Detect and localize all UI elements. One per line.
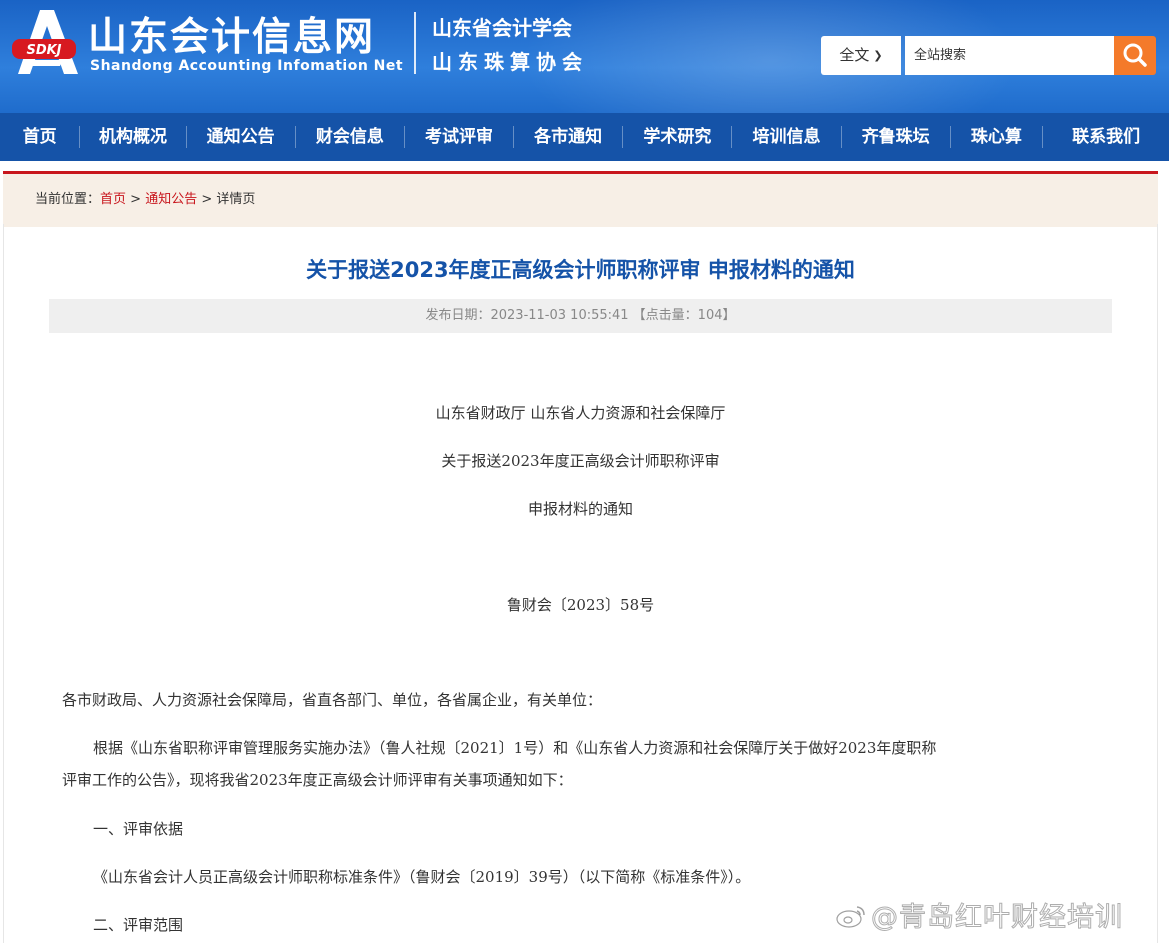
nav-item-city-notices[interactable]: 各市通知 (514, 113, 622, 161)
nav-item-finance-info[interactable]: 财会信息 (296, 113, 404, 161)
breadcrumb-separator: > (126, 192, 146, 207)
breadcrumb-home-link[interactable]: 首页 (100, 192, 126, 207)
nav-item-home[interactable]: 首页 (0, 113, 79, 161)
article-title: 关于报送2023年度正高级会计师职称评审 申报材料的通知 (306, 258, 855, 282)
chevron-down-icon: ❯ (873, 49, 883, 62)
search-box: 全文 ❯ (821, 36, 1156, 75)
site-title[interactable]: 山东会计信息网 (88, 6, 375, 62)
breadcrumb-current: 详情页 (216, 192, 256, 207)
watermark-text: @青岛红叶财经培训 (871, 902, 1123, 934)
document-number: 鲁财会〔2023〕58号 (506, 596, 655, 614)
search-scope-select[interactable]: 全文 ❯ (821, 36, 901, 75)
nav-item-research[interactable]: 学术研究 (623, 113, 731, 161)
article-heading-line1: 关于报送2023年度正高级会计师职称评审 (441, 452, 720, 470)
header-divider (414, 12, 416, 74)
breadcrumb: 当前位置：首页 > 通知公告 > 详情页 (35, 188, 255, 207)
search-scope-label: 全文 (839, 46, 870, 64)
article-paragraph-line: 评审工作的公告》，现将我省2023年度正高级会计师评审有关事项通知如下： (62, 771, 573, 789)
breadcrumb-section-link[interactable]: 通知公告 (145, 192, 197, 207)
site-subtitle: Shandong Accounting Infomation Net (90, 58, 404, 74)
weibo-icon (836, 906, 865, 928)
nav-item-exams[interactable]: 考试评审 (405, 113, 513, 161)
article-issuers: 山东省财政厅 山东省人力资源和社会保障厅 (435, 404, 726, 422)
nav-item-mental-abacus[interactable]: 珠心算 (951, 113, 1042, 161)
nav-item-training[interactable]: 培训信息 (732, 113, 840, 161)
nav-item-about[interactable]: 机构概况 (80, 113, 185, 161)
breadcrumb-bar: 当前位置：首页 > 通知公告 > 详情页 (3, 171, 1158, 227)
article-meta: 发布日期：2023-11-03 10:55:41 【点击量：104】 (49, 299, 1112, 333)
section-heading-2: 二、评审范围 (93, 916, 184, 934)
nav-item-qilu-forum[interactable]: 齐鲁珠坛 (842, 113, 950, 161)
site-header: SDKJ 山东会计信息网 Shandong Accounting Infomat… (0, 0, 1169, 113)
breadcrumb-prefix: 当前位置： (35, 192, 101, 207)
search-button[interactable] (1114, 36, 1156, 75)
association-name-1: 山东省会计学会 (432, 16, 572, 40)
search-input[interactable] (905, 36, 1114, 75)
section-heading-1: 一、评审依据 (93, 820, 184, 838)
association-name-2: 山东珠算协会 (432, 50, 588, 74)
nav-item-notices[interactable]: 通知公告 (187, 113, 295, 161)
main-nav: 首页 机构概况 通知公告 财会信息 考试评审 各市通知 学术研究 培训信息 齐鲁… (0, 113, 1169, 161)
section-1-text: 《山东省会计人员正高级会计师职称标准条件》（鲁财会〔2019〕39号）（以下简称… (93, 868, 751, 886)
article-salutation: 各市财政局、人力资源社会保障局，省直各部门、单位，各省属企业，有关单位： (62, 691, 603, 709)
breadcrumb-separator: > (197, 192, 217, 207)
logo-badge-text: SDKJ (26, 43, 61, 58)
site-logo-icon[interactable]: SDKJ (10, 8, 80, 76)
watermark: @青岛红叶财经培训 (835, 895, 1123, 934)
article-paragraph-line: 根据《山东省职称评审管理服务实施办法》（鲁人社规〔2021〕1号）和《山东省人力… (93, 739, 937, 757)
search-icon (1123, 43, 1147, 67)
article-heading-line2: 申报材料的通知 (527, 500, 633, 518)
nav-item-contact[interactable]: 联系我们 (1043, 113, 1169, 161)
